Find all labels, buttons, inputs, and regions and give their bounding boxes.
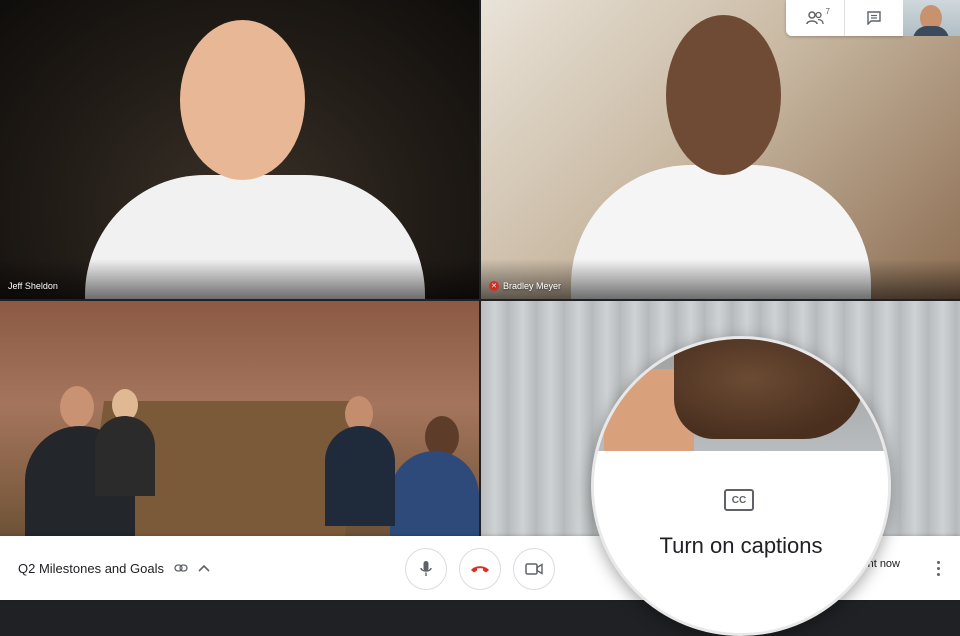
- tile-shade: [0, 259, 479, 299]
- more-dot: [936, 560, 940, 564]
- callout-hair-area: [674, 339, 864, 439]
- tile-shade: [481, 259, 960, 299]
- video-tile-jeff[interactable]: Jeff Sheldon: [0, 0, 479, 299]
- chevron-up-icon[interactable]: [198, 561, 210, 575]
- captions-callout-magnifier: CC Turn on captions: [591, 336, 891, 636]
- microphone-icon: [420, 561, 432, 576]
- participant-head: [60, 386, 94, 428]
- closed-captions-icon[interactable]: CC: [724, 489, 754, 511]
- participant-name-label: ✕ Bradley Meyer: [489, 281, 561, 291]
- camera-button[interactable]: [513, 548, 555, 590]
- microphone-button[interactable]: [405, 548, 447, 590]
- chat-icon: [867, 11, 881, 25]
- participant-body: [325, 426, 395, 526]
- link-glyph: [174, 564, 188, 572]
- chevron-glyph: [198, 564, 210, 572]
- more-options-icon[interactable]: [932, 554, 944, 582]
- captions-panel[interactable]: CC Turn on captions: [594, 451, 888, 633]
- mic-muted-icon: ✕: [489, 281, 499, 291]
- participant-head: [180, 20, 305, 180]
- participant-name-label: Jeff Sheldon: [8, 281, 58, 291]
- hang-up-button[interactable]: [459, 548, 501, 590]
- top-controls: 7: [786, 0, 903, 36]
- people-count-badge: 7: [825, 7, 830, 16]
- hang-up-icon: [471, 566, 489, 573]
- participant-body: [95, 416, 155, 496]
- turn-on-captions-label[interactable]: Turn on captions: [594, 533, 888, 559]
- participant-head: [666, 15, 781, 175]
- participant-name: Jeff Sheldon: [8, 281, 58, 291]
- link-icon[interactable]: [174, 561, 188, 575]
- camera-icon: [525, 563, 543, 575]
- more-dot: [936, 566, 940, 570]
- video-tile-bradley[interactable]: ✕ Bradley Meyer: [481, 0, 960, 299]
- people-button[interactable]: 7: [786, 0, 844, 36]
- participant-name: Bradley Meyer: [503, 281, 562, 291]
- chat-button[interactable]: [844, 0, 903, 36]
- meeting-title[interactable]: Q2 Milestones and Goals: [18, 561, 164, 576]
- people-icon: [806, 11, 824, 25]
- self-view-body: [913, 26, 949, 36]
- more-dot: [936, 572, 940, 576]
- self-view-thumbnail[interactable]: [903, 0, 960, 36]
- participant-body: [390, 451, 479, 541]
